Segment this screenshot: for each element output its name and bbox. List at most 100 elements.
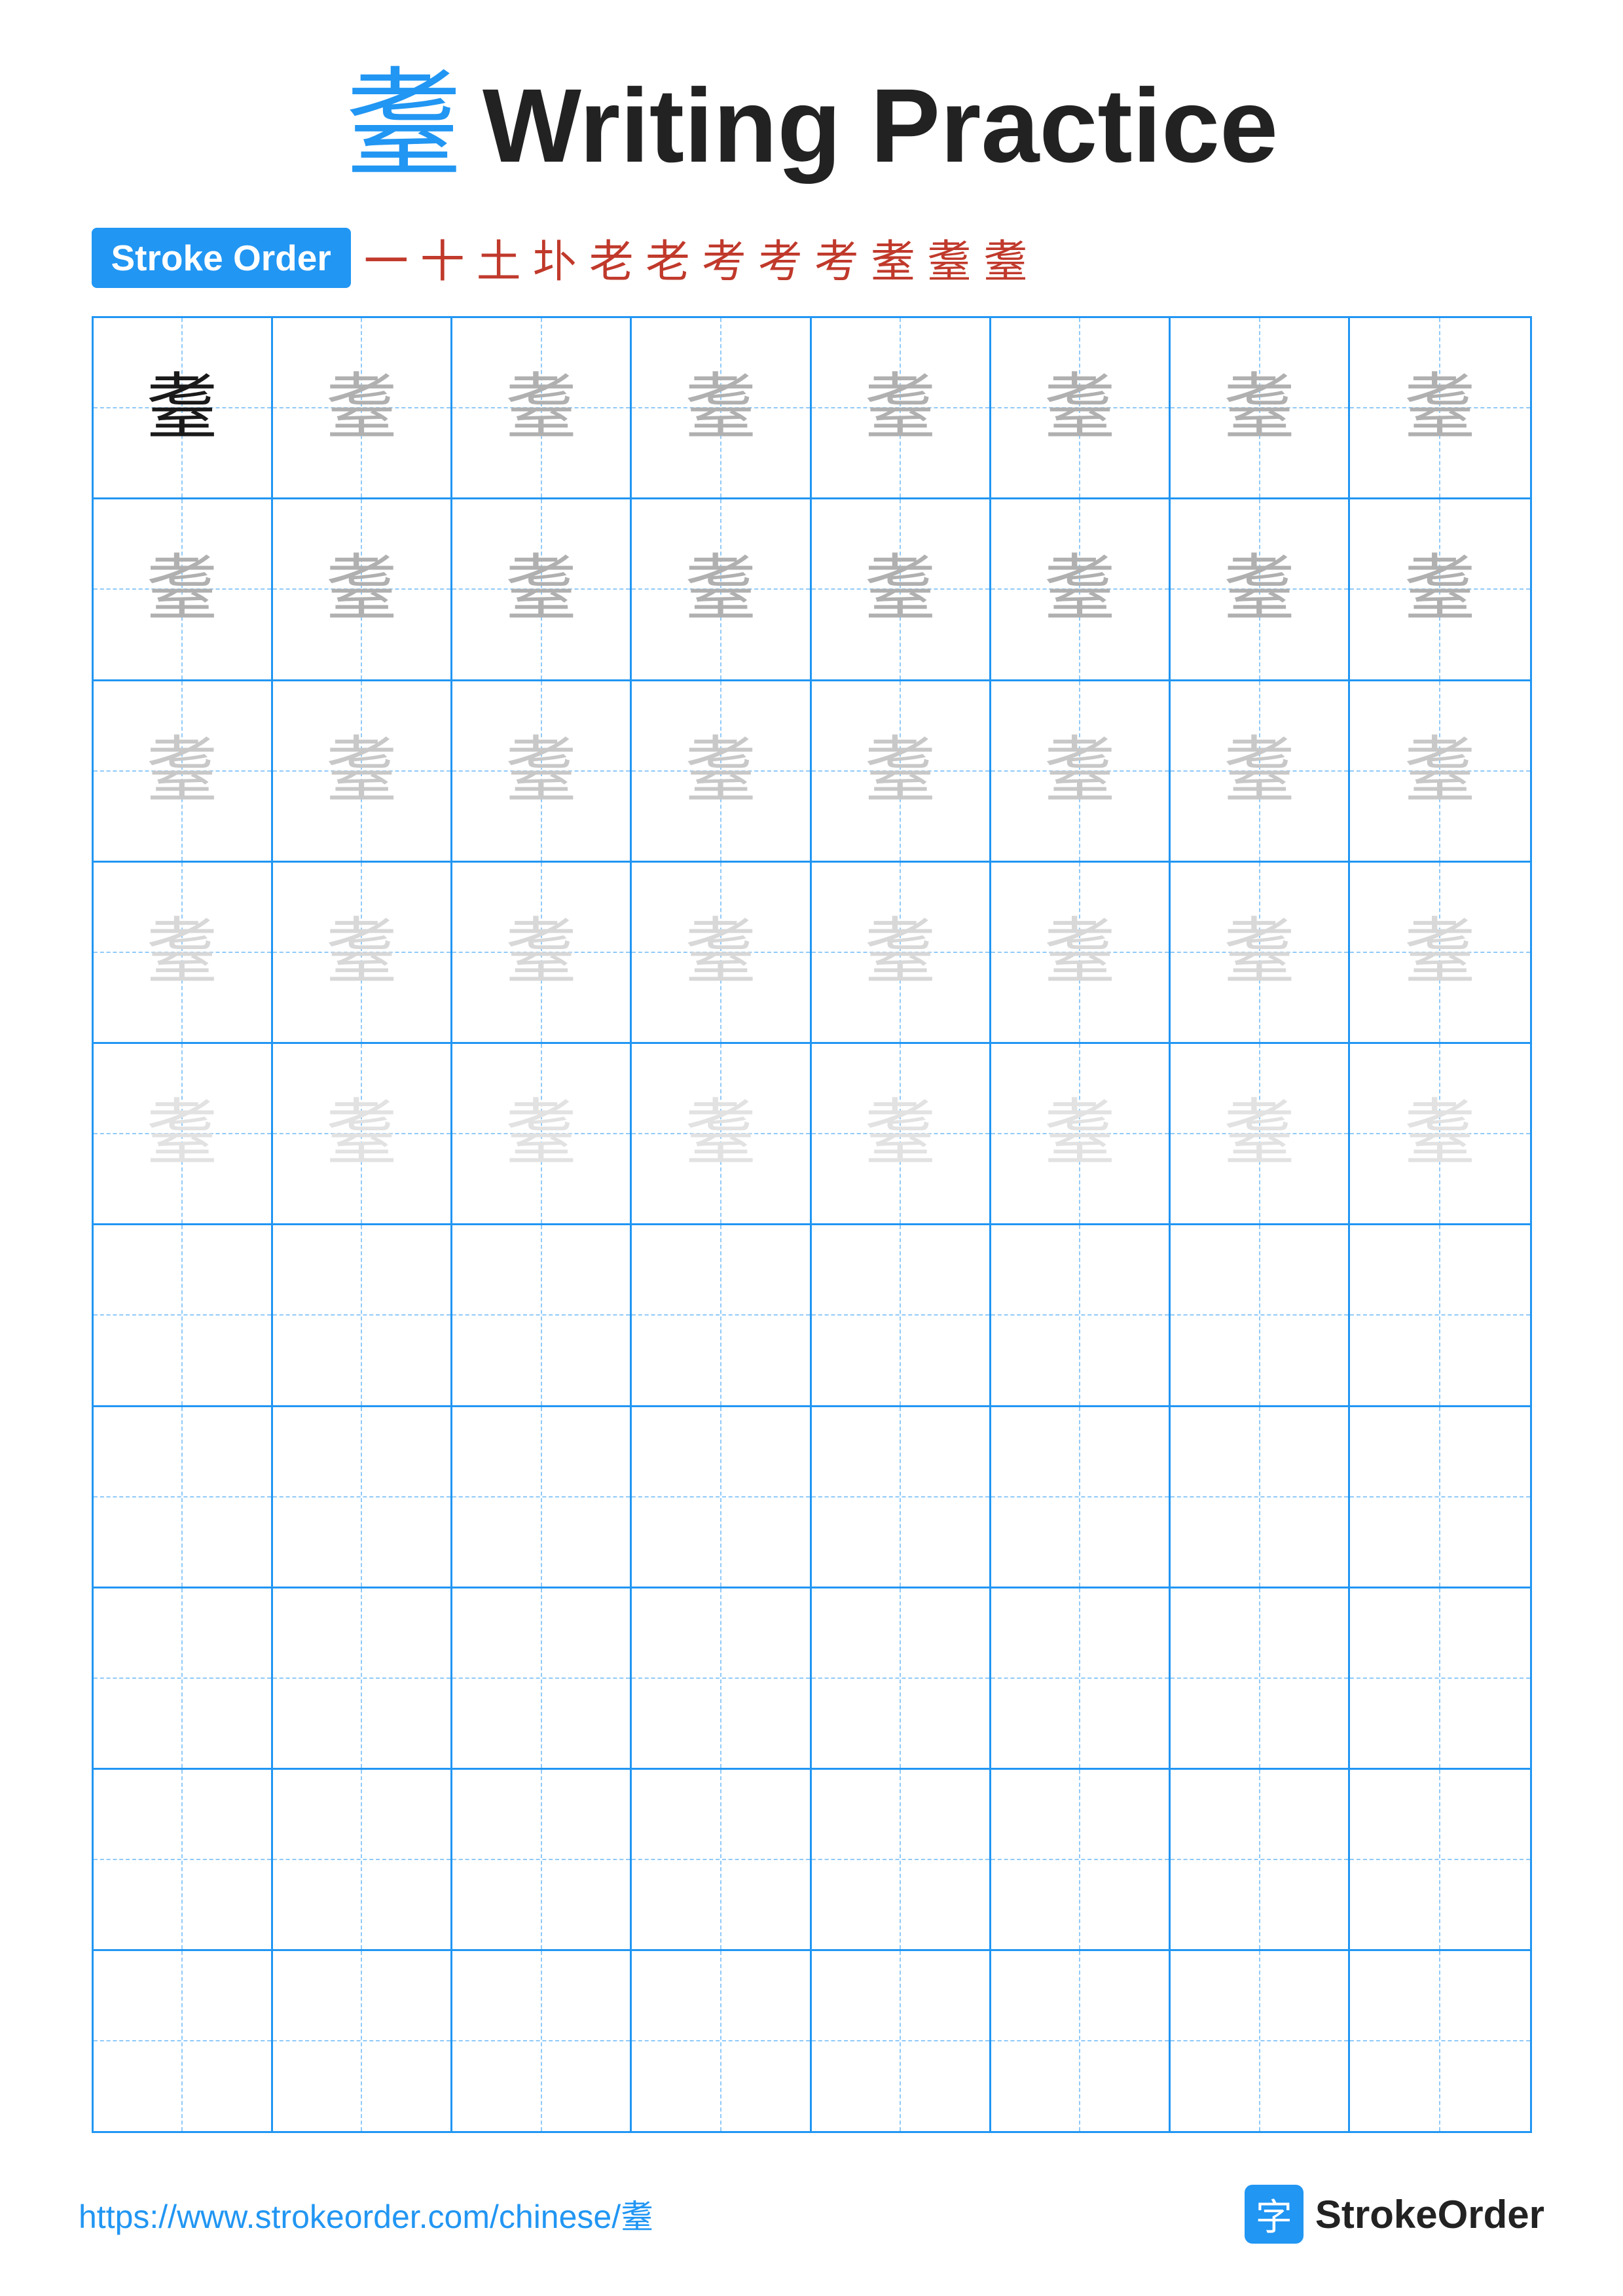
grid-cell-3-1[interactable]: 耋 <box>94 681 273 861</box>
grid-cell-9-7[interactable] <box>1171 1770 1350 1949</box>
grid-cell-3-4[interactable]: 耋 <box>632 681 811 861</box>
grid-cell-2-2[interactable]: 耋 <box>273 499 452 679</box>
grid-cell-5-6[interactable]: 耋 <box>991 1044 1171 1223</box>
grid-cell-3-7[interactable]: 耋 <box>1171 681 1350 861</box>
char-gray2: 耋 <box>146 735 218 807</box>
grid-cell-6-2[interactable] <box>273 1225 452 1405</box>
grid-cell-3-2[interactable]: 耋 <box>273 681 452 861</box>
grid-cell-7-5[interactable] <box>812 1407 991 1587</box>
grid-row-7 <box>94 1407 1530 1588</box>
grid-cell-4-5[interactable]: 耋 <box>812 863 991 1042</box>
grid-cell-1-5[interactable]: 耋 <box>812 318 991 497</box>
grid-cell-5-1[interactable]: 耋 <box>94 1044 273 1223</box>
grid-cell-6-8[interactable] <box>1350 1225 1529 1405</box>
grid-cell-2-4[interactable]: 耋 <box>632 499 811 679</box>
grid-cell-6-3[interactable] <box>452 1225 632 1405</box>
char-gray3: 耋 <box>1044 916 1116 988</box>
grid-cell-10-8[interactable] <box>1350 1951 1529 2130</box>
grid-cell-4-4[interactable]: 耋 <box>632 863 811 1042</box>
grid-cell-8-6[interactable] <box>991 1588 1171 1768</box>
grid-cell-4-1[interactable]: 耋 <box>94 863 273 1042</box>
grid-cell-10-1[interactable] <box>94 1951 273 2130</box>
grid-cell-9-8[interactable] <box>1350 1770 1529 1949</box>
grid-cell-1-1[interactable]: 耋 <box>94 318 273 497</box>
grid-cell-1-7[interactable]: 耋 <box>1171 318 1350 497</box>
grid-cell-3-3[interactable]: 耋 <box>452 681 632 861</box>
grid-cell-7-7[interactable] <box>1171 1407 1350 1587</box>
grid-cell-4-3[interactable]: 耋 <box>452 863 632 1042</box>
grid-cell-5-8[interactable]: 耋 <box>1350 1044 1529 1223</box>
grid-cell-5-2[interactable]: 耋 <box>273 1044 452 1223</box>
grid-cell-3-5[interactable]: 耋 <box>812 681 991 861</box>
stroke-order-row: Stroke Order 一 十 土 圤 老 老 考 考 考 耊 耋 耋 <box>92 225 1532 290</box>
grid-cell-9-5[interactable] <box>812 1770 991 1949</box>
char-gray1: 耋 <box>1044 372 1116 444</box>
char-gray1: 耋 <box>1224 553 1296 625</box>
grid-cell-10-4[interactable] <box>632 1951 811 2130</box>
grid-cell-4-2[interactable]: 耋 <box>273 863 452 1042</box>
grid-cell-5-3[interactable]: 耋 <box>452 1044 632 1223</box>
brand-icon-char: 字 <box>1256 2188 1292 2241</box>
grid-cell-2-3[interactable]: 耋 <box>452 499 632 679</box>
grid-cell-1-2[interactable]: 耋 <box>273 318 452 497</box>
grid-cell-3-8[interactable]: 耋 <box>1350 681 1529 861</box>
grid-cell-6-4[interactable] <box>632 1225 811 1405</box>
grid-cell-10-3[interactable] <box>452 1951 632 2130</box>
grid-cell-8-4[interactable] <box>632 1588 811 1768</box>
grid-cell-1-4[interactable]: 耋 <box>632 318 811 497</box>
grid-cell-9-1[interactable] <box>94 1770 273 1949</box>
grid-cell-1-6[interactable]: 耋 <box>991 318 1171 497</box>
practice-grid[interactable]: 耋 耋 耋 耋 耋 耋 耋 耋 <box>92 316 1532 2133</box>
char-gray4: 耋 <box>505 1098 577 1170</box>
grid-cell-6-6[interactable] <box>991 1225 1171 1405</box>
char-gray1: 耋 <box>1404 372 1476 444</box>
char-gray4: 耋 <box>1404 1098 1476 1170</box>
grid-cell-6-7[interactable] <box>1171 1225 1350 1405</box>
grid-cell-10-2[interactable] <box>273 1951 452 2130</box>
grid-row-8 <box>94 1588 1530 1770</box>
grid-cell-2-5[interactable]: 耋 <box>812 499 991 679</box>
grid-cell-4-8[interactable]: 耋 <box>1350 863 1529 1042</box>
grid-cell-5-4[interactable]: 耋 <box>632 1044 811 1223</box>
grid-cell-8-3[interactable] <box>452 1588 632 1768</box>
grid-cell-2-7[interactable]: 耋 <box>1171 499 1350 679</box>
grid-cell-2-6[interactable]: 耋 <box>991 499 1171 679</box>
grid-cell-7-4[interactable] <box>632 1407 811 1587</box>
grid-cell-1-3[interactable]: 耋 <box>452 318 632 497</box>
grid-cell-7-1[interactable] <box>94 1407 273 1587</box>
grid-cell-8-1[interactable] <box>94 1588 273 1768</box>
grid-cell-2-1[interactable]: 耋 <box>94 499 273 679</box>
grid-cell-3-6[interactable]: 耋 <box>991 681 1171 861</box>
grid-cell-8-2[interactable] <box>273 1588 452 1768</box>
grid-cell-10-7[interactable] <box>1171 1951 1350 2130</box>
char-gray3: 耋 <box>505 916 577 988</box>
grid-cell-2-8[interactable]: 耋 <box>1350 499 1529 679</box>
grid-cell-9-3[interactable] <box>452 1770 632 1949</box>
grid-cell-8-7[interactable] <box>1171 1588 1350 1768</box>
char-gray1: 耋 <box>864 553 936 625</box>
grid-cell-6-1[interactable] <box>94 1225 273 1405</box>
grid-cell-7-8[interactable] <box>1350 1407 1529 1587</box>
page: 耋 Writing Practice Stroke Order 一 十 土 圤 … <box>0 0 1623 2296</box>
grid-cell-4-6[interactable]: 耋 <box>991 863 1171 1042</box>
grid-cell-9-6[interactable] <box>991 1770 1171 1949</box>
grid-cell-9-2[interactable] <box>273 1770 452 1949</box>
stroke-step-11: 耋 <box>927 225 972 290</box>
grid-cell-8-8[interactable] <box>1350 1588 1529 1768</box>
stroke-step-5: 老 <box>589 225 634 290</box>
grid-cell-4-7[interactable]: 耋 <box>1171 863 1350 1042</box>
char-gray4: 耋 <box>1044 1098 1116 1170</box>
grid-cell-9-4[interactable] <box>632 1770 811 1949</box>
grid-cell-10-5[interactable] <box>812 1951 991 2130</box>
grid-cell-5-5[interactable]: 耋 <box>812 1044 991 1223</box>
grid-cell-8-5[interactable] <box>812 1588 991 1768</box>
grid-cell-10-6[interactable] <box>991 1951 1171 2130</box>
char-gray1: 耋 <box>864 372 936 444</box>
footer-url[interactable]: https://www.strokeorder.com/chinese/耋 <box>79 2191 653 2238</box>
grid-cell-6-5[interactable] <box>812 1225 991 1405</box>
grid-cell-7-6[interactable] <box>991 1407 1171 1587</box>
grid-cell-7-3[interactable] <box>452 1407 632 1587</box>
grid-cell-1-8[interactable]: 耋 <box>1350 318 1529 497</box>
grid-cell-5-7[interactable]: 耋 <box>1171 1044 1350 1223</box>
grid-cell-7-2[interactable] <box>273 1407 452 1587</box>
